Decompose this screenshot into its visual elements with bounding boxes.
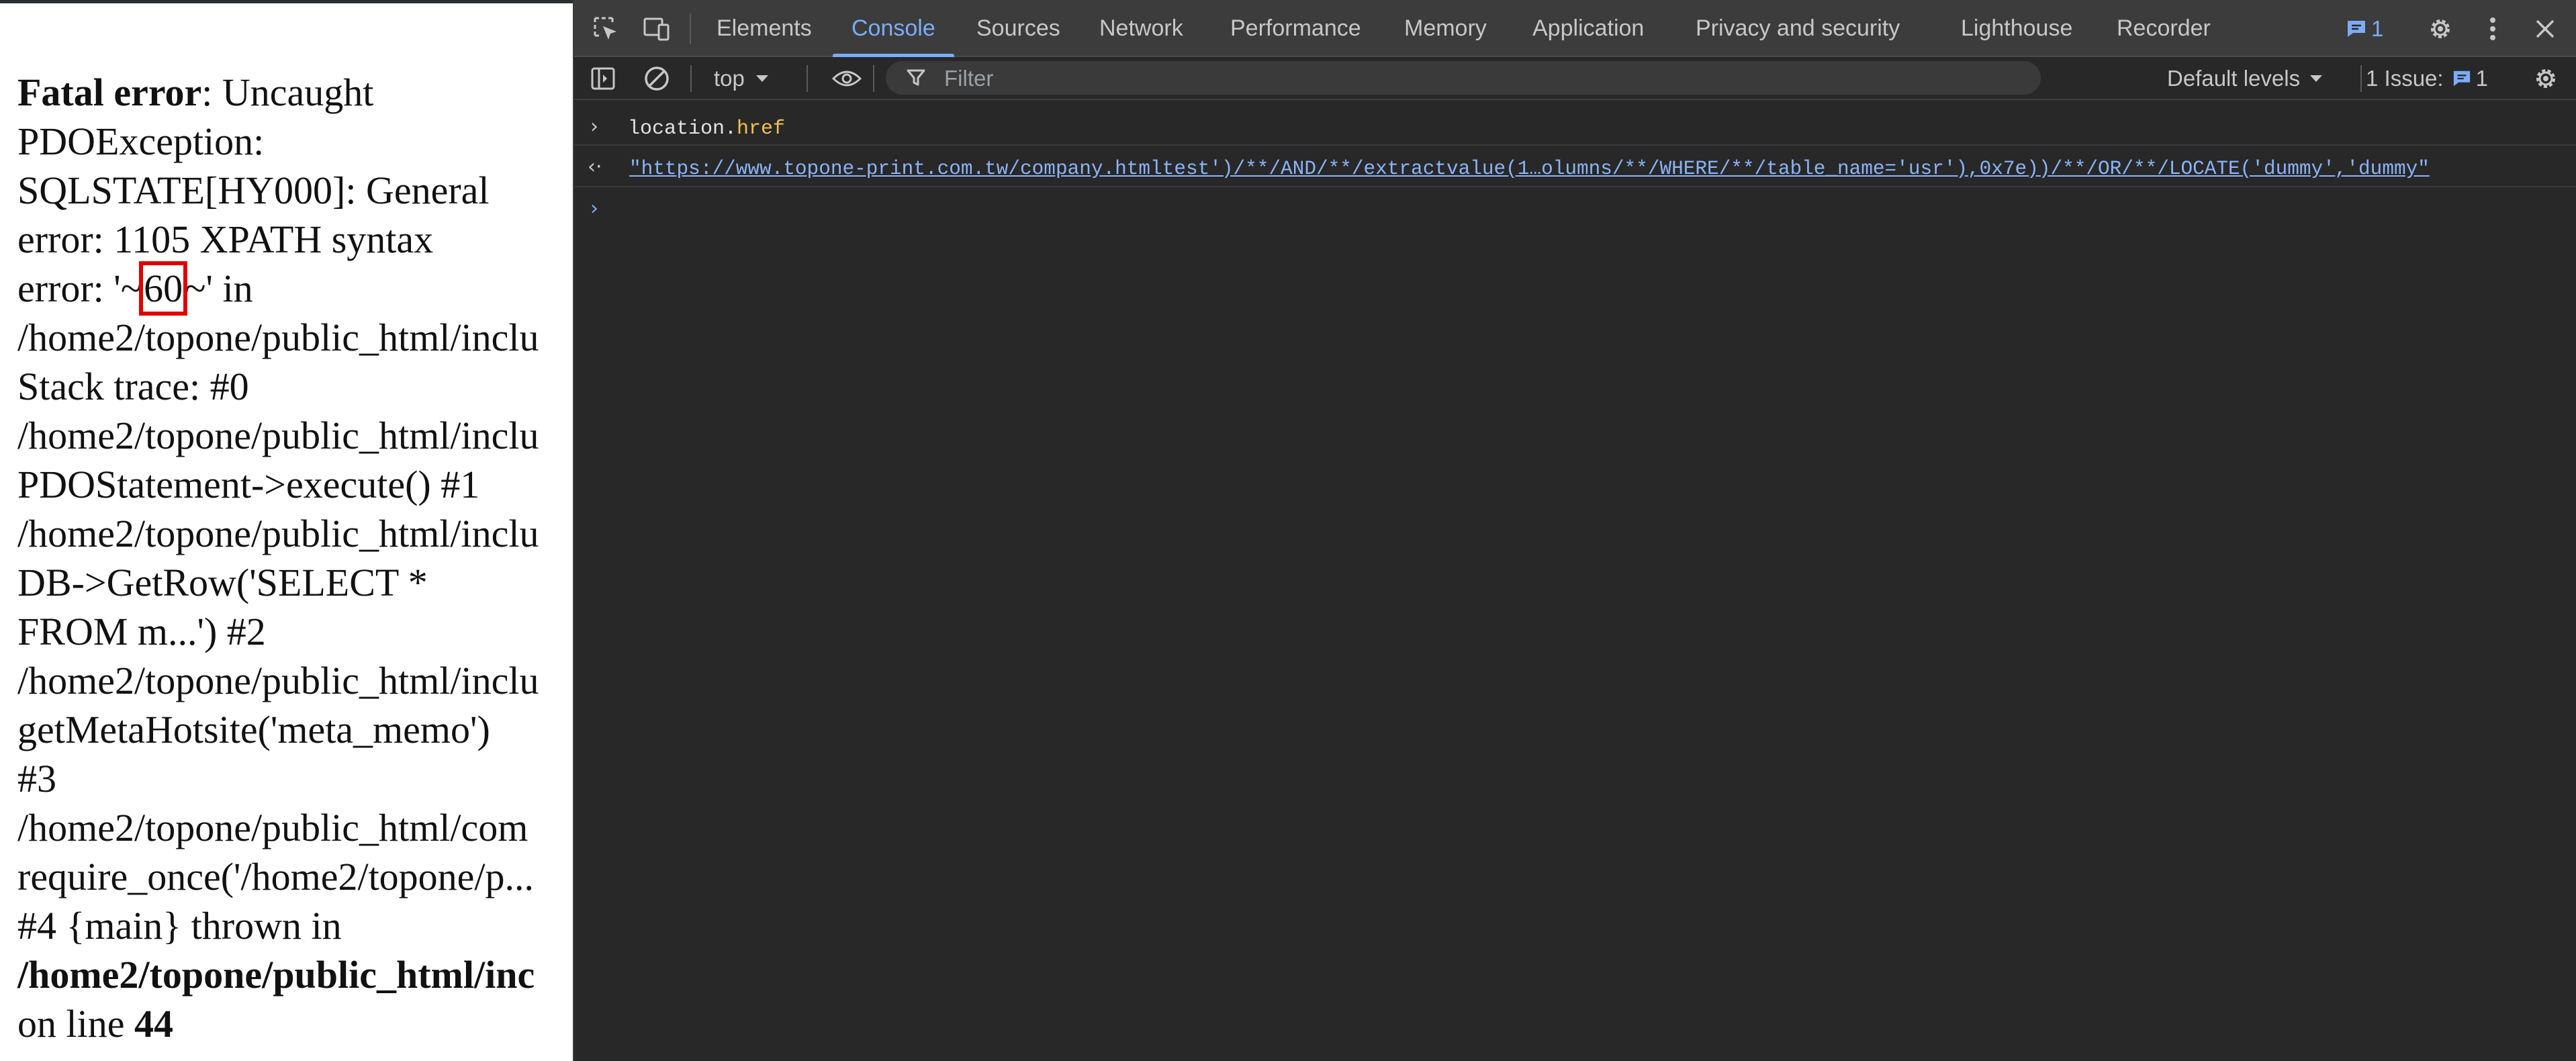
result-url-link[interactable]: "https://www.topone-print.com.tw/company… [629,158,2430,180]
page-viewport: Fatal error: Uncaught PDOException: SQLS… [0,0,573,1061]
result-arrow-icon: ‹· [588,155,602,179]
console-output[interactable]: › location.href ‹· "https://www.topone-p… [574,100,2576,1061]
console-input-entry: › location.href [574,115,2576,146]
close-icon[interactable] [2530,13,2561,44]
issues-button[interactable]: 1 Issue: 1 [2366,57,2488,100]
clear-console-icon[interactable] [641,63,672,94]
separator [690,65,692,92]
console-prompt[interactable]: › [574,197,2576,226]
tab-console[interactable]: Console [833,0,954,57]
settings-gear-icon[interactable] [2425,13,2456,44]
console-settings-gear-icon[interactable] [2530,63,2561,94]
message-icon [2348,20,2365,37]
separator [690,13,691,44]
tab-elements[interactable]: Elements [717,0,812,57]
dropdown-arrow-icon [2310,75,2323,82]
dropdown-arrow-icon [755,75,768,82]
input-chevron-icon: › [590,115,598,138]
filter-box[interactable] [886,61,2041,96]
device-toolbar-icon[interactable] [641,13,672,44]
filter-input[interactable] [943,61,2020,96]
messages-badge[interactable]: 1 [2346,0,2383,57]
console-result-entry: ‹· "https://www.topone-print.com.tw/comp… [574,154,2576,187]
error-line-number: 44 [134,1002,173,1046]
prompt-chevron-icon: › [590,197,598,220]
context-selector[interactable]: top [714,57,770,100]
error-file-path: /home2/topone/public_html/inc [17,953,535,997]
log-levels-dropdown[interactable]: Default levels [2167,57,2324,100]
devtools-tabbar: Elements Console Sources Network Perform… [574,0,2576,57]
tab-application[interactable]: Application [1532,0,1644,57]
more-options-icon[interactable] [2477,13,2508,44]
highlighted-value: 60 [139,261,188,316]
separator [2360,65,2362,92]
tab-lighthouse[interactable]: Lighthouse [1961,0,2072,57]
devtools-panel: Elements Console Sources Network Perform… [573,0,2576,1061]
tab-performance[interactable]: Performance [1230,0,1361,57]
tab-privacy-security[interactable]: Privacy and security [1696,0,1900,57]
tab-sources[interactable]: Sources [976,0,1060,57]
window-top-border [0,0,573,3]
separator [807,65,808,92]
tab-recorder[interactable]: Recorder [2117,0,2211,57]
console-toolbar: top Default levels 1 Issu [574,57,2576,100]
separator [873,65,874,92]
inspect-element-icon[interactable] [590,13,621,44]
live-expression-eye-icon[interactable] [831,63,862,94]
tab-network[interactable]: Network [1099,0,1183,57]
sidebar-toggle-icon[interactable] [588,63,618,94]
error-heading: Fatal error [17,71,202,114]
php-error-message: Fatal error: Uncaught PDOException: SQLS… [17,71,539,1046]
issue-message-icon [2453,71,2470,87]
filter-icon [907,69,925,86]
tab-memory[interactable]: Memory [1404,0,1487,57]
